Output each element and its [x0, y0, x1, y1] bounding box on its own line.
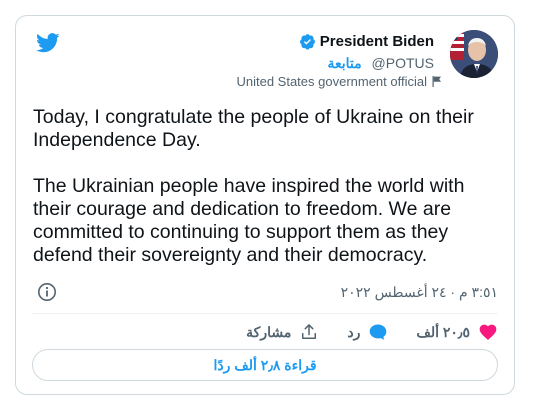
- author-name: President Biden: [319, 33, 434, 50]
- read-replies-label: قراءة ٢٫٨ ألف ردًا: [213, 356, 317, 373]
- share-label: مشاركة: [246, 323, 292, 340]
- share-icon: [302, 324, 317, 339]
- reply-label: رد: [347, 323, 361, 340]
- author-sub-row: متابعة @POTUS: [328, 55, 435, 72]
- government-label[interactable]: United States government official: [236, 74, 442, 89]
- divider: [32, 313, 498, 314]
- read-replies-button[interactable]: قراءة ٢٫٨ ألف ردًا: [32, 349, 498, 381]
- author-handle[interactable]: @POTUS: [372, 55, 434, 71]
- flag-icon: [432, 76, 441, 87]
- like-button[interactable]: ٢٠٫٥ ألف: [416, 322, 498, 342]
- tweet-text: Today, I congratulate the people of Ukra…: [33, 106, 474, 266]
- info-icon[interactable]: [37, 282, 57, 302]
- share-button[interactable]: مشاركة: [246, 322, 319, 342]
- avatar[interactable]: [450, 30, 498, 78]
- like-count: ٢٠٫٥ ألف: [416, 323, 470, 340]
- heart-icon: [479, 324, 497, 340]
- action-bar: ٢٠٫٥ ألف رد مشاركة: [218, 320, 498, 344]
- tweet-card[interactable]: President Biden متابعة @POTUS United Sta…: [15, 15, 515, 395]
- government-label-text: United States government official: [236, 74, 427, 89]
- reply-icon: [370, 324, 387, 340]
- tweet-timestamp[interactable]: ٣:٥١ م · ٢٤ أغسطس ٢٠٢٢: [341, 284, 498, 301]
- author-name-row[interactable]: President Biden: [299, 33, 434, 50]
- follow-button[interactable]: متابعة: [328, 55, 362, 71]
- twitter-bird-icon[interactable]: [36, 33, 60, 53]
- verified-badge-icon: [299, 34, 315, 50]
- reply-button[interactable]: رد: [347, 322, 388, 342]
